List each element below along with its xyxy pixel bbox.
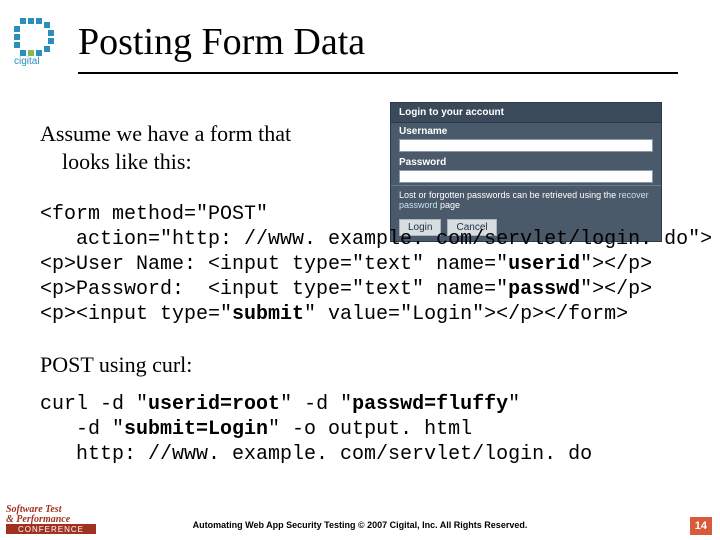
title-underline [78, 72, 678, 74]
curl-command-code: curl -d "userid=root" -d "passwd=fluffy"… [40, 392, 592, 467]
username-label: Username [399, 126, 653, 137]
intro-line1: Assume we have a form that [40, 120, 370, 148]
intro-text: Assume we have a form that looks like th… [40, 120, 370, 175]
form-html-code: <form method="POST" action="http: //www.… [40, 202, 712, 327]
password-label: Password [399, 157, 653, 168]
post-curl-title: POST using curl: [40, 352, 192, 378]
slide-title: Posting Form Data [78, 20, 365, 64]
page-number: 14 [690, 517, 712, 535]
username-input[interactable] [399, 139, 653, 152]
password-input[interactable] [399, 170, 653, 183]
cigital-logo: cigital [14, 18, 58, 66]
footer-copyright: Automating Web App Security Testing © 20… [0, 520, 720, 530]
login-header: Login to your account [391, 103, 661, 123]
svg-text:cigital: cigital [14, 56, 40, 66]
intro-line2: looks like this: [40, 148, 370, 176]
